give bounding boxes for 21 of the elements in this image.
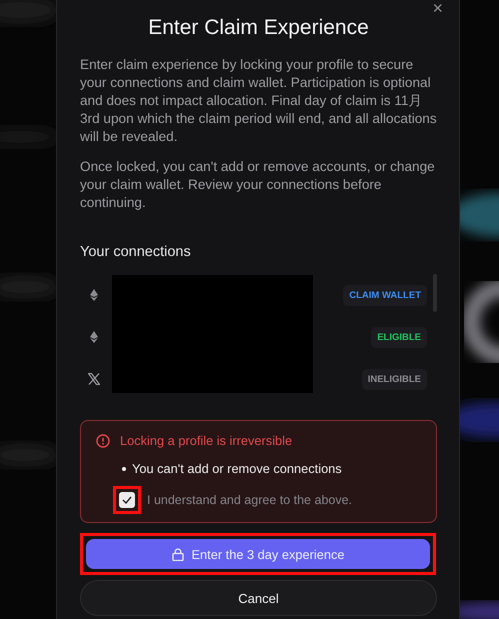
warning-text: You can't add or remove connections [132,461,342,476]
enter-button[interactable]: Enter the 3 day experience [86,539,430,569]
description-text: Once locked, you can't add or remove accounts, or change your claim wallet. Review your connections before continuing. [80,158,436,212]
close-button[interactable]: × [430,0,445,17]
agree-checkbox[interactable] [119,492,135,508]
warning-title: Locking a profile is irreversible [120,433,292,448]
ethereum-icon [90,331,98,343]
checkmark-icon [122,496,132,504]
alert-icon [96,434,110,448]
status-badge: INELIGIBLE [362,368,427,390]
status-badge: CLAIM WALLET [343,284,427,306]
agree-label: I understand and agree to the above. [147,493,352,507]
lock-icon [172,548,184,560]
ethereum-icon [90,289,98,301]
status-badge: ELIGIBLE [371,326,427,348]
description-text: Enter claim experience by locking your profile to secure your connections and claim wallet. Participation is optional and does not impact allocation. Final day of claim is 11月 3rd upon which the claim period will end, and all allocations will be revealed. [80,56,437,146]
section-heading: Your connections [80,243,192,262]
bullet-dot [122,466,126,470]
x-logo-icon [88,373,100,385]
dialog-title: Enter Claim Experience [147,15,370,41]
cancel-button[interactable]: Cancel [80,580,437,616]
